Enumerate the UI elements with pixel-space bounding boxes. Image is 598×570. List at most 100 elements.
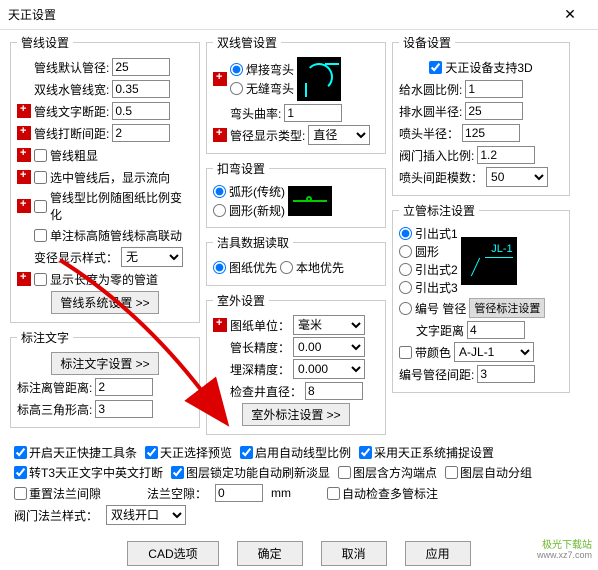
close-icon[interactable]: ✕ (550, 6, 590, 23)
cancel-button[interactable]: 取消 (321, 541, 387, 566)
dbl-water-label: 双线水管线宽: (34, 81, 109, 98)
sys-snap-checkbox[interactable] (359, 446, 372, 459)
draw-first-radio[interactable] (213, 261, 226, 274)
elbow-preview (297, 57, 341, 101)
len-prec-select[interactable]: 0.00 (293, 337, 365, 357)
water-ratio-label: 给水圆比例: (399, 81, 462, 98)
layer-endpt-checkbox[interactable] (338, 466, 351, 479)
plus-icon[interactable] (213, 128, 227, 142)
lead2-radio[interactable] (399, 263, 412, 276)
show-flow-label: 选中管线后，显示流向 (50, 169, 170, 186)
drain-r-input[interactable] (465, 102, 523, 120)
len-prec-label: 管长精度： (230, 339, 290, 356)
pipe-sys-button[interactable]: 管线系统设置 >> (51, 291, 158, 314)
group-title: 扣弯设置 (213, 160, 269, 177)
local-first-radio[interactable] (280, 261, 293, 274)
color-tag-checkbox[interactable] (399, 346, 412, 359)
quick-tool-label: 开启天正快捷工具条 (29, 444, 137, 461)
zero-len-label: 显示长度为零的管道 (50, 271, 158, 288)
layer-autogrp-label: 图层自动分组 (460, 464, 532, 481)
show-flow-checkbox[interactable] (34, 171, 47, 184)
dbl-water-input[interactable] (112, 80, 170, 98)
color-tag-select[interactable]: A-JL-1 (454, 342, 534, 362)
water-ratio-input[interactable] (465, 80, 523, 98)
flange-gap-input[interactable] (215, 484, 263, 502)
plus-icon[interactable] (17, 272, 31, 286)
num-pipe-radio[interactable] (399, 302, 412, 315)
mm-label: mm (271, 486, 291, 500)
text-dist-label: 文字距离 (416, 322, 464, 339)
default-dia-input[interactable] (112, 58, 170, 76)
plus-icon[interactable] (17, 126, 31, 140)
reset-flange-checkbox[interactable] (14, 487, 27, 500)
dia-disp-select[interactable]: 直径 (308, 125, 370, 145)
lead1-radio[interactable] (399, 227, 412, 240)
spray-r-input[interactable] (462, 124, 520, 142)
layer-lock-checkbox[interactable] (171, 466, 184, 479)
double-pipe-group: 双线管设置 焊接弯头 无缝弯头 弯头曲率: 管径显示类型:直径 (206, 34, 386, 154)
default-dia-label: 管线默认管径: (34, 59, 109, 76)
draw-first-label: 图纸优先 (229, 259, 277, 276)
auto-linescale-checkbox[interactable] (240, 446, 253, 459)
sel-preview-checkbox[interactable] (145, 446, 158, 459)
ok-button[interactable]: 确定 (237, 541, 303, 566)
auto-check-checkbox[interactable] (327, 487, 340, 500)
valve-flange-style-label: 阀门法兰样式： (14, 507, 98, 524)
arc-radio[interactable] (213, 185, 226, 198)
sel-preview-label: 天正选择预览 (160, 444, 232, 461)
text-break-input[interactable] (112, 102, 170, 120)
plus-icon[interactable] (17, 170, 31, 184)
ratio-change-checkbox[interactable] (34, 200, 47, 213)
lead3-radio[interactable] (399, 281, 412, 294)
support3d-checkbox[interactable] (429, 61, 442, 74)
coarse-checkbox[interactable] (34, 149, 47, 162)
num-dia-gap-input[interactable] (477, 365, 535, 383)
support3d-label: 天正设备支持3D (445, 59, 532, 76)
circle-radio[interactable] (213, 204, 226, 217)
weld-radio[interactable] (230, 63, 243, 76)
quick-tool-checkbox[interactable] (14, 446, 27, 459)
t3-break-checkbox[interactable] (14, 466, 27, 479)
valve-flange-style-select[interactable]: 双线开口 (106, 505, 186, 525)
group-title: 标注文字 (17, 329, 73, 346)
well-dia-input[interactable] (305, 382, 363, 400)
outdoor-button[interactable]: 室外标注设置 >> (242, 403, 349, 426)
unit-select[interactable]: 毫米 (293, 315, 365, 335)
riser-label-group: 立管标注设置 引出式1 圆形 引出式2 引出式3 JL-1 编号 管径管径标注设… (392, 202, 570, 393)
break-gap-label: 管线打断间距: (34, 125, 109, 142)
circ-radio[interactable] (399, 245, 412, 258)
group-title: 双线管设置 (213, 34, 281, 51)
auto-linescale-label: 启用自动线型比例 (255, 444, 351, 461)
reset-flange-label: 重置法兰间隙 (29, 485, 101, 502)
group-title: 设备设置 (399, 34, 455, 51)
group-title: 室外设置 (213, 292, 269, 309)
valve-ratio-input[interactable] (477, 146, 535, 164)
apply-button[interactable]: 应用 (405, 541, 471, 566)
well-dia-label: 检查井直径： (230, 383, 302, 400)
plus-icon[interactable] (17, 104, 31, 118)
layer-autogrp-checkbox[interactable] (445, 466, 458, 479)
tri-h-input[interactable] (95, 400, 153, 418)
dia-style-select[interactable]: 无 (121, 247, 183, 267)
break-gap-input[interactable] (112, 124, 170, 142)
curve-input[interactable] (284, 104, 342, 122)
circ-label: 圆形 (415, 243, 439, 260)
group-title: 洁具数据读取 (213, 234, 293, 251)
text-dist-input[interactable] (467, 321, 525, 339)
depth-prec-select[interactable]: 0.000 (293, 359, 365, 379)
group-title: 立管标注设置 (399, 202, 479, 219)
plus-icon[interactable] (17, 148, 31, 162)
zero-len-checkbox[interactable] (34, 273, 47, 286)
seamless-radio[interactable] (230, 82, 243, 95)
plus-icon[interactable] (213, 72, 227, 86)
spray-mod-select[interactable]: 50 (486, 167, 548, 187)
label-text-button[interactable]: 标注文字设置 >> (51, 352, 158, 375)
depth-prec-label: 埋深精度： (230, 361, 290, 378)
plus-icon[interactable] (213, 318, 227, 332)
to-pipe-input[interactable] (95, 378, 153, 396)
dia-label-button[interactable]: 管径标注设置 (469, 298, 545, 318)
plus-icon[interactable] (17, 199, 31, 213)
valve-ratio-label: 阀门插入比例: (399, 147, 474, 164)
cad-options-button[interactable]: CAD选项 (127, 541, 218, 566)
single-link-checkbox[interactable] (34, 229, 47, 242)
